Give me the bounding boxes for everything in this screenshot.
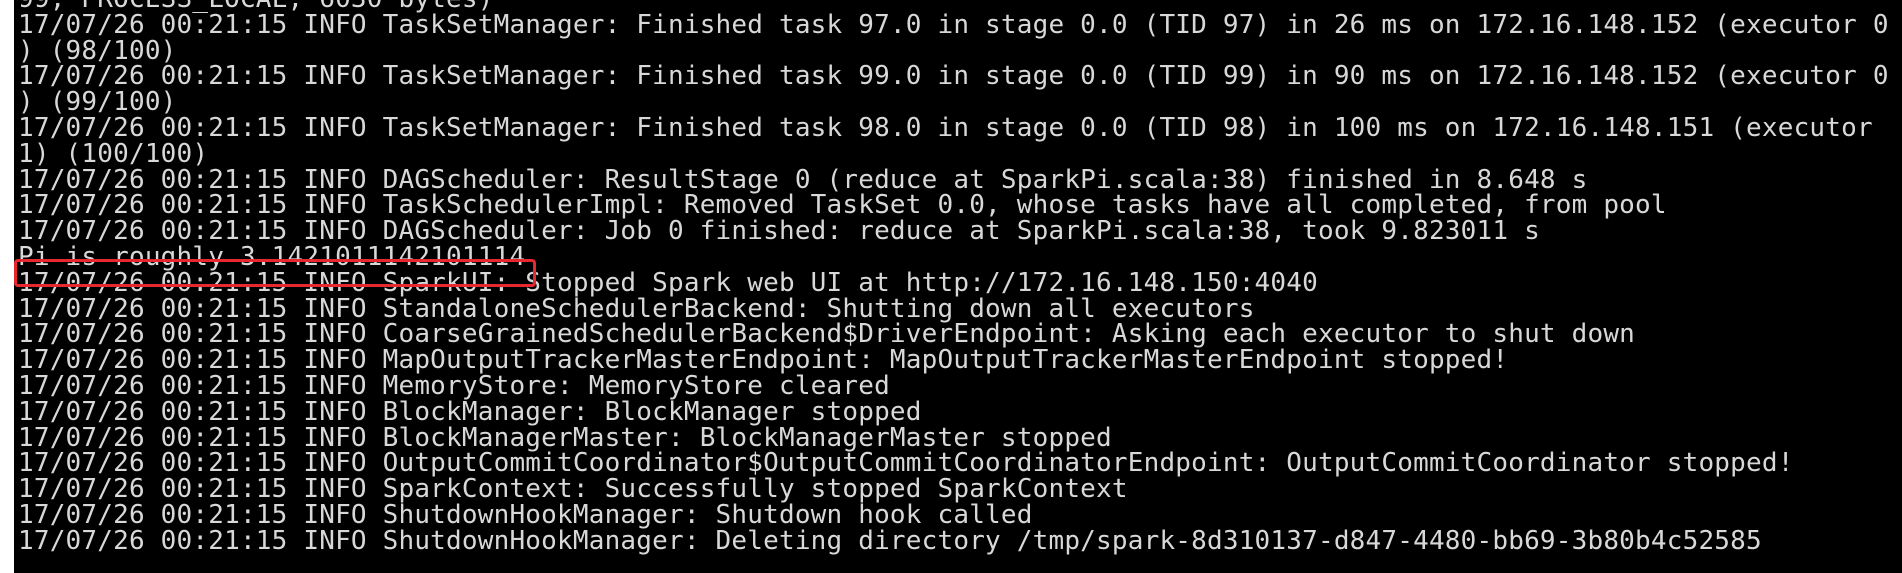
log-line: 17/07/26 00:21:15 INFO ShutdownHookManag… — [18, 499, 1033, 530]
log-line: 1) (100/100) — [18, 138, 209, 169]
terminal-output: 99, PROCESS_LOCAL, 6030 bytes)17/07/26 0… — [18, 0, 1889, 555]
log-line: 17/07/26 00:21:15 INFO BlockManager: Blo… — [18, 396, 922, 427]
terminal-window[interactable]: 99, PROCESS_LOCAL, 6030 bytes)17/07/26 0… — [14, 0, 1902, 573]
log-line: 17/07/26 00:21:15 INFO MemoryStore: Memo… — [18, 370, 890, 401]
pi-result-line: Pi is roughly 3.1421011142101114 — [18, 241, 526, 272]
log-line: 17/07/26 00:21:15 INFO TaskSetManager: F… — [18, 61, 1889, 92]
log-line: 17/07/26 00:21:15 INFO SparkUI: Stopped … — [18, 267, 1318, 298]
log-line: 17/07/26 00:21:15 INFO TaskSetManager: F… — [18, 112, 1873, 143]
log-line: 17/07/26 00:21:15 INFO TaskSetManager: F… — [18, 9, 1889, 40]
log-line: 17/07/26 00:21:15 INFO ShutdownHookManag… — [18, 525, 1762, 556]
